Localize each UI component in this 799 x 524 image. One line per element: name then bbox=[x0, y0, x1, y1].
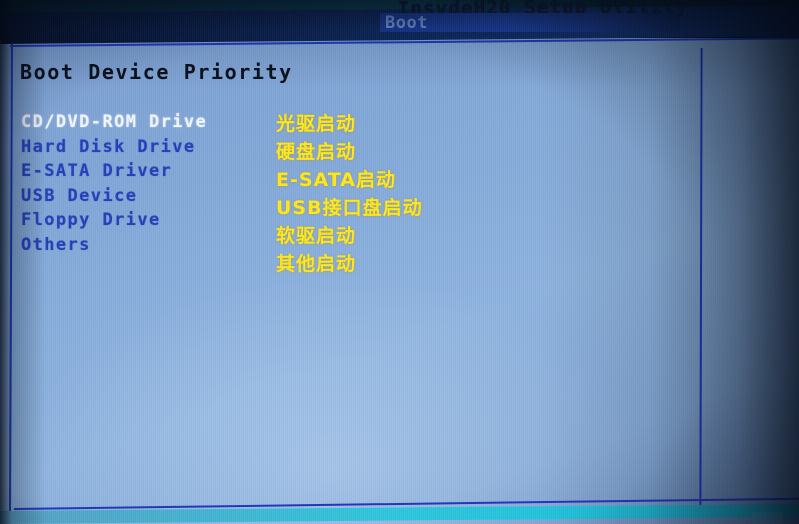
annotation-item: 软驱启动 bbox=[276, 225, 357, 247]
boot-device-item[interactable]: CD/DVD-ROM Drive bbox=[21, 110, 207, 135]
annotation-item: USB接口盘启动 bbox=[276, 197, 423, 219]
annotation-item: 硬盘启动 bbox=[276, 141, 357, 163]
annotation-item: 其他启动 bbox=[276, 253, 357, 275]
boot-device-item[interactable]: E-SATA Driver bbox=[21, 159, 207, 184]
annotation-item: E-SATA启动 bbox=[276, 169, 396, 191]
bios-screen-photo: InsydeH20 Setup Utility Boot Boot Device… bbox=[0, 0, 799, 524]
annotation-item: 光驱启动 bbox=[276, 113, 357, 135]
boot-device-item[interactable]: Others bbox=[21, 233, 207, 258]
page-title: Boot Device Priority bbox=[20, 60, 293, 84]
boot-device-list[interactable]: CD/DVD-ROM Drive Hard Disk Drive E-SATA Dr… bbox=[21, 110, 207, 257]
tab-boot[interactable]: Boot bbox=[385, 13, 428, 33]
boot-device-item[interactable]: Hard Disk Drive bbox=[21, 135, 207, 160]
boot-device-item[interactable]: USB Device bbox=[21, 184, 207, 209]
annotation-list: 光驱启动硬盘启动 E-SATA启动 USB接口盘启动 软驱启动其他启动 bbox=[276, 110, 423, 278]
taskbar-glyph-icon bbox=[752, 512, 782, 524]
boot-device-item[interactable]: Floppy Drive bbox=[21, 208, 207, 233]
